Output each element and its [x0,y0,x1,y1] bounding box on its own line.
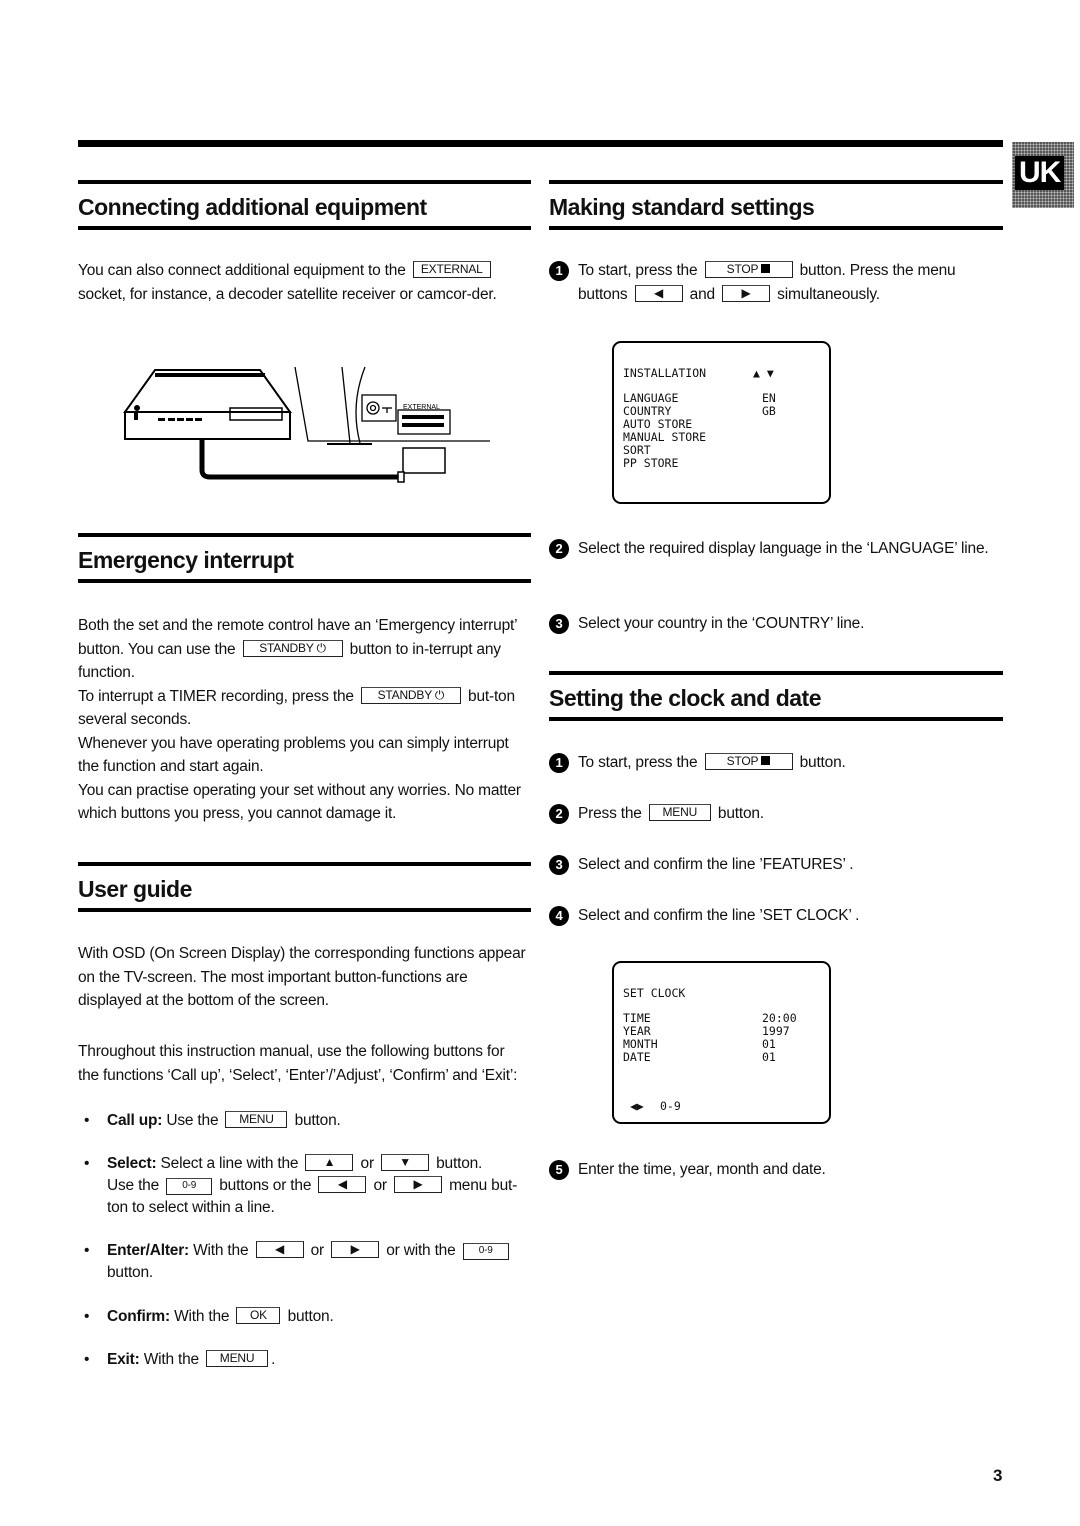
left-arrow-button-icon: ◀ [318,1176,367,1193]
menu-button-label: MENU [225,1111,288,1128]
list-item-callup: • Call up: Use the MENU button. [84,1111,341,1129]
digits-button-label: 0-9 [166,1178,213,1195]
right-arrow-button-icon: ▶ [331,1241,380,1258]
left-arrow-button-icon: ◀ [634,284,683,302]
osd-row: YEAR 1997 [623,1024,790,1038]
osd-row: TIME 20:00 [623,1011,797,1025]
step-number: 2 [549,539,569,559]
decoder-buttons [158,418,202,421]
user-guide-buttons-intro: Throughout this instruction manual, use … [78,1043,518,1084]
osd-title: INSTALLATION [623,366,707,380]
osd-row: PP STORE [623,456,679,470]
ok-button-label: OK [236,1307,281,1324]
step-number: 2 [549,804,569,824]
user-guide-intro: With OSD (On Screen Display) the corresp… [78,945,526,1009]
language-tab-label: UK [1015,156,1065,190]
right-arrow-button-icon: ▶ [393,1176,442,1193]
clock-step-1: 1 To start, press the STOP button. [549,751,999,775]
osd-row: MANUAL STORE [623,430,707,444]
language-tab: UK [1012,142,1074,208]
down-arrow-button-icon: ▼ [381,1154,430,1171]
section-title: User guide [78,876,192,902]
installation-osd-screen: INSTALLATION ▲ ▼ LANGUAGE EN COUNTRY GB AU… [612,341,831,504]
section-title: Making standard settings [549,194,815,220]
clock-step-4: 4 Select and confirm the line ’SET CLOCK… [549,904,999,928]
digits-button-label: 0-9 [462,1243,509,1260]
standard-step-1: 1 To start, press the STOP button. Press… [549,259,999,306]
osd-row: DATE 01 [623,1050,776,1064]
external-label: EXTERNAL [403,404,440,411]
standard-step-2: 2 Select the required display language i… [549,537,999,561]
clock-step-2: 2 Press the MENU button. [549,802,999,826]
scart-plug [397,447,446,483]
section-clock-heading: Setting the clock and date [549,671,1003,721]
left-right-arrows-icon: ◀▶ [630,1099,644,1113]
section-emergency-heading: Emergency interrupt [78,533,531,583]
step-number: 3 [549,855,569,875]
standby-button-label: STANDBY ⏻ [242,639,343,657]
list-item-confirm: • Confirm: With the OK button. [84,1307,334,1325]
right-arrow-button-icon: ▶ [722,284,771,302]
step-number: 3 [549,614,569,634]
step-number: 5 [549,1160,569,1180]
scart-socket [402,415,444,427]
up-down-arrows-icon: ▲ ▼ [753,366,774,380]
stop-button-label: STOP [704,261,793,278]
stop-icon [761,264,771,273]
section-title: Setting the clock and date [549,685,822,711]
standard-step-3: 3 Select your country in the ‘COUNTRY’ l… [549,612,999,636]
emergency-paragraph: Both the set and the remote control have… [78,617,521,822]
power-icon: ⏻ [316,640,327,655]
section-connecting-heading: Connecting additional equipment [78,180,531,230]
section-user-guide-heading: User guide [78,862,531,912]
osd-title: SET CLOCK [623,986,686,1000]
page-number: 3 [993,1466,1003,1485]
clock-step-5: 5 Enter the time, year, month and date. [549,1158,999,1182]
stop-button-label: STOP [704,753,793,770]
list-item-enter: • Enter/Alter: With the ◀ or ▶ or with t… [78,1240,533,1284]
external-socket-label: EXTERNAL [412,261,491,278]
section-standard-settings-heading: Making standard settings [549,180,1003,230]
set-clock-osd-screen: SET CLOCK TIME 20:00 YEAR 1997 MONTH 01 DAT… [612,961,831,1124]
connection-illustration: EXTERNAL [123,366,490,483]
power-icon: ⏻ [434,687,445,702]
step-number: 1 [549,261,569,281]
section-title: Emergency interrupt [78,547,294,573]
standby-button-label: STANDBY ⏻ [360,686,461,704]
list-item-select: • Select: Select a line with the ▲ or ▼ … [84,1154,518,1216]
osd-row: SORT [623,443,651,457]
connecting-paragraph: You can also connect additional equipmen… [78,261,497,303]
step-number: 4 [549,906,569,926]
osd-footer-digits: 0-9 [660,1099,681,1113]
osd-row: AUTO STORE [623,417,693,431]
step-number: 1 [549,753,569,773]
left-arrow-button-icon: ◀ [255,1241,304,1258]
scart-cable [199,440,400,480]
section-title: Connecting additional equipment [78,194,427,220]
osd-row: COUNTRY GB [623,404,776,418]
tv-back [294,366,490,445]
decoder-device [123,369,292,440]
menu-button-label: MENU [648,804,711,821]
osd-row: MONTH 01 [623,1037,776,1051]
stop-icon [761,756,771,765]
osd-row: LANGUAGE EN [623,391,776,405]
up-arrow-button-icon: ▲ [305,1154,354,1171]
clock-step-3: 3 Select and confirm the line ’FEATURES’… [549,853,999,877]
menu-button-label: MENU [206,1350,269,1367]
top-rule [78,140,1003,147]
list-item-exit: • Exit: With the MENU. [84,1350,276,1368]
